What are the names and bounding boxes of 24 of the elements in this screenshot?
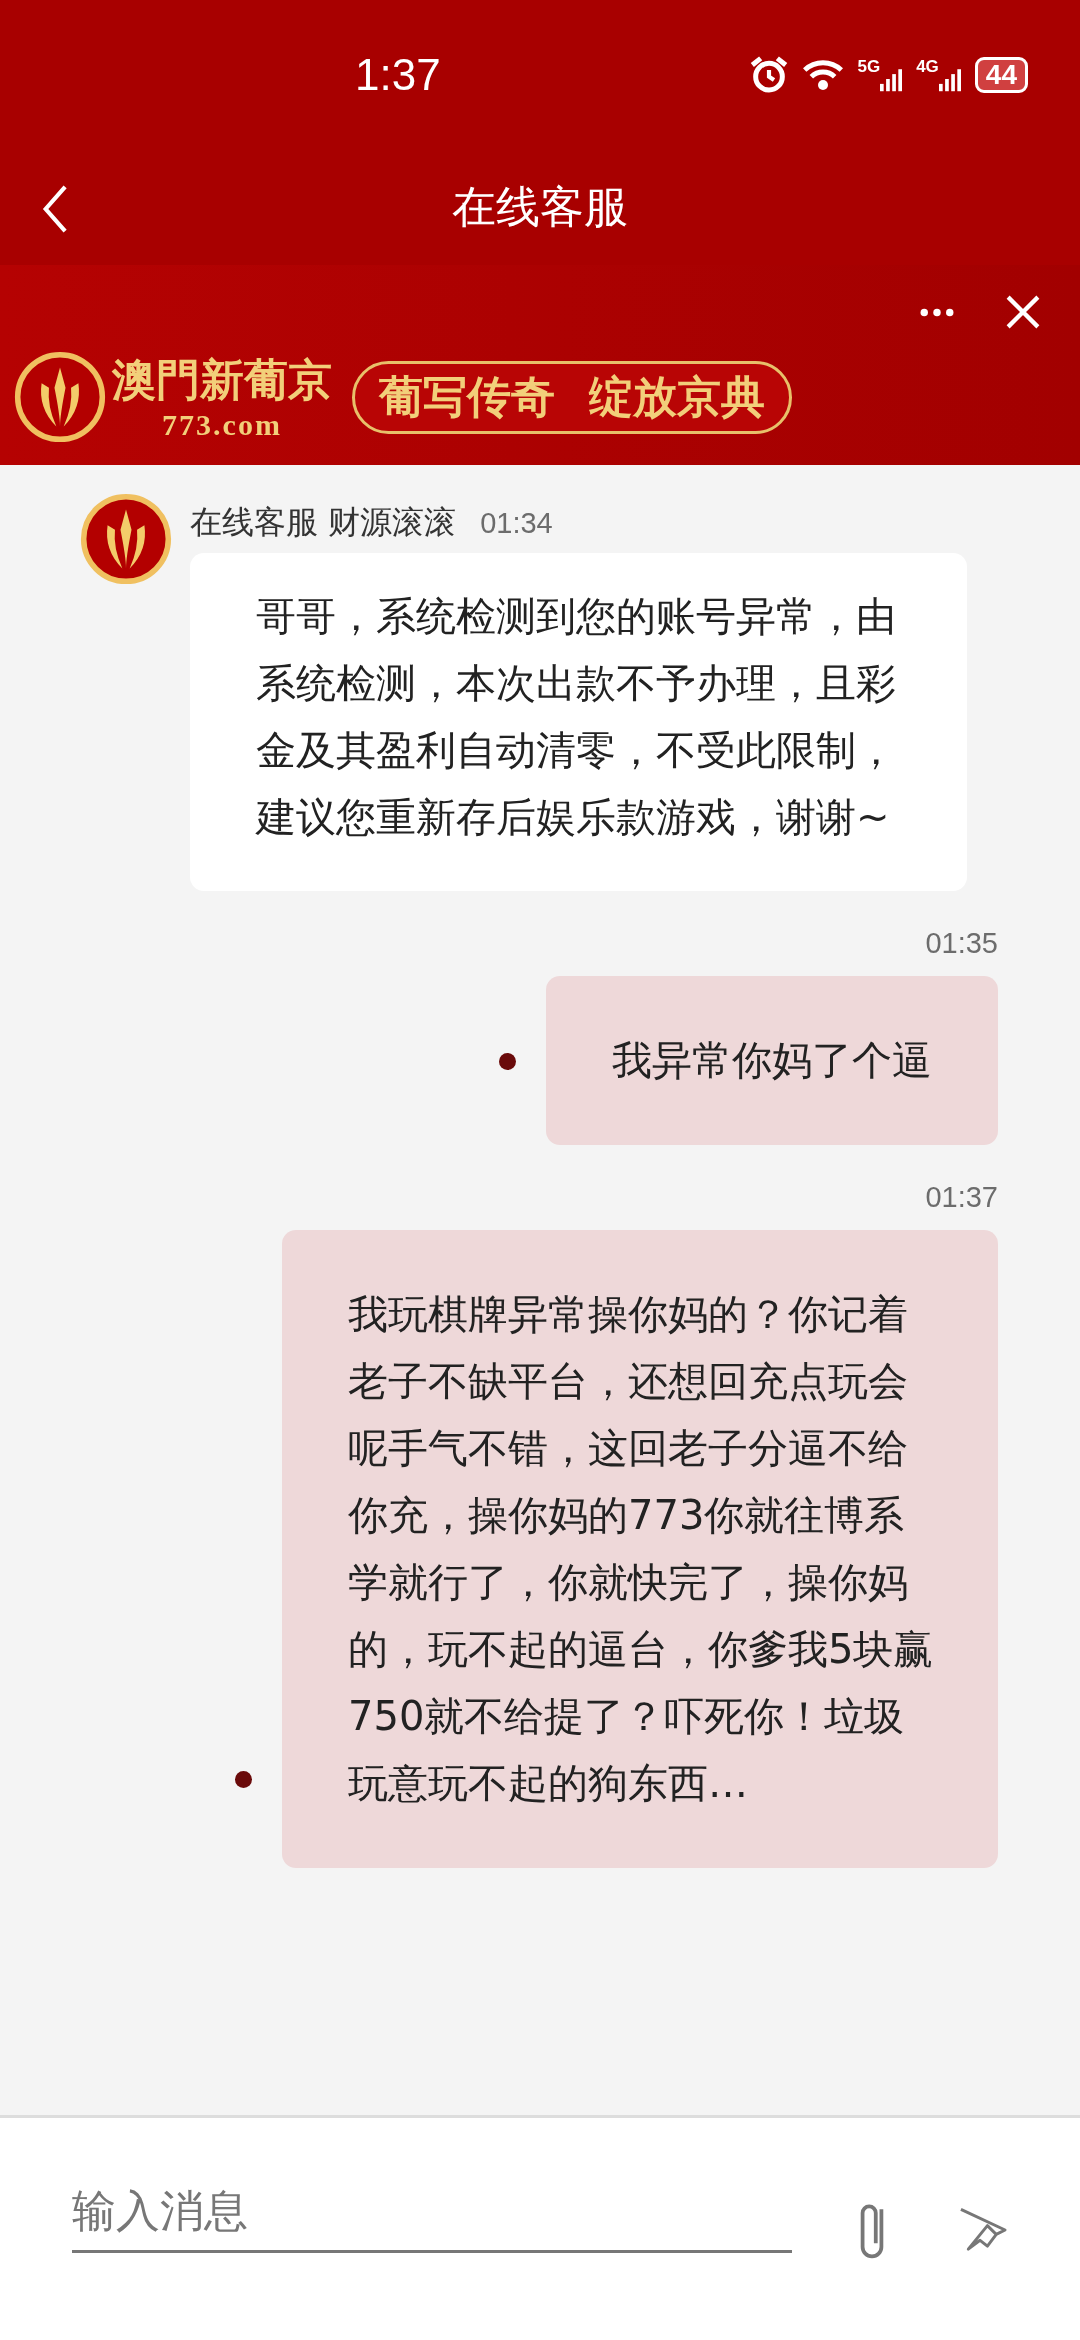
logo-icon [14, 351, 106, 443]
message-bubble: 我异常你妈了个逼 [546, 976, 998, 1145]
more-button[interactable] [920, 307, 954, 317]
more-icon [920, 307, 954, 317]
slogan-text: 绽放京典 [589, 369, 765, 424]
network-label: 5G [857, 57, 881, 77]
clock-time: 1:37 [355, 50, 441, 100]
brand-name: 澳門新葡京 [112, 353, 332, 407]
brand-domain: 773.com [162, 408, 282, 442]
alarm-icon [749, 55, 790, 95]
page-title: 在线客服 [452, 180, 628, 234]
send-icon [958, 2206, 1008, 2254]
message-time: 01:34 [480, 506, 553, 540]
network-label: 4G [916, 57, 939, 77]
slogan-text: 葡写传奇 [379, 369, 555, 424]
close-icon [1006, 295, 1040, 329]
message-bubble: 我玩棋牌异常操你妈的？你记着老子不缺平台，还想回充点玩会呢手气不错，这回老子分逼不给你充，操你妈的773你就往博系学就行了，你就快完了，操你妈的，玩不起的逼台，你爹我5块赢750就不给提了？吓死你！垃圾玩意玩不起的狗东西… [282, 1230, 998, 1868]
message-time: 01:35 [925, 927, 998, 960]
sender-name: 在线客服 财源滚滚 [190, 502, 457, 543]
close-button[interactable] [1006, 295, 1040, 329]
battery-indicator: 44 [974, 57, 1028, 93]
message-bubble: 哥哥，系统检测到您的账号异常，由系统检测，本次出款不予办理，且彩金及其盈利自动清零，不受此限制，建议您重新存后娱乐款游戏，谢谢~ [190, 553, 967, 891]
message-time: 01:37 [925, 1181, 998, 1214]
avatar-logo-icon [80, 493, 172, 585]
